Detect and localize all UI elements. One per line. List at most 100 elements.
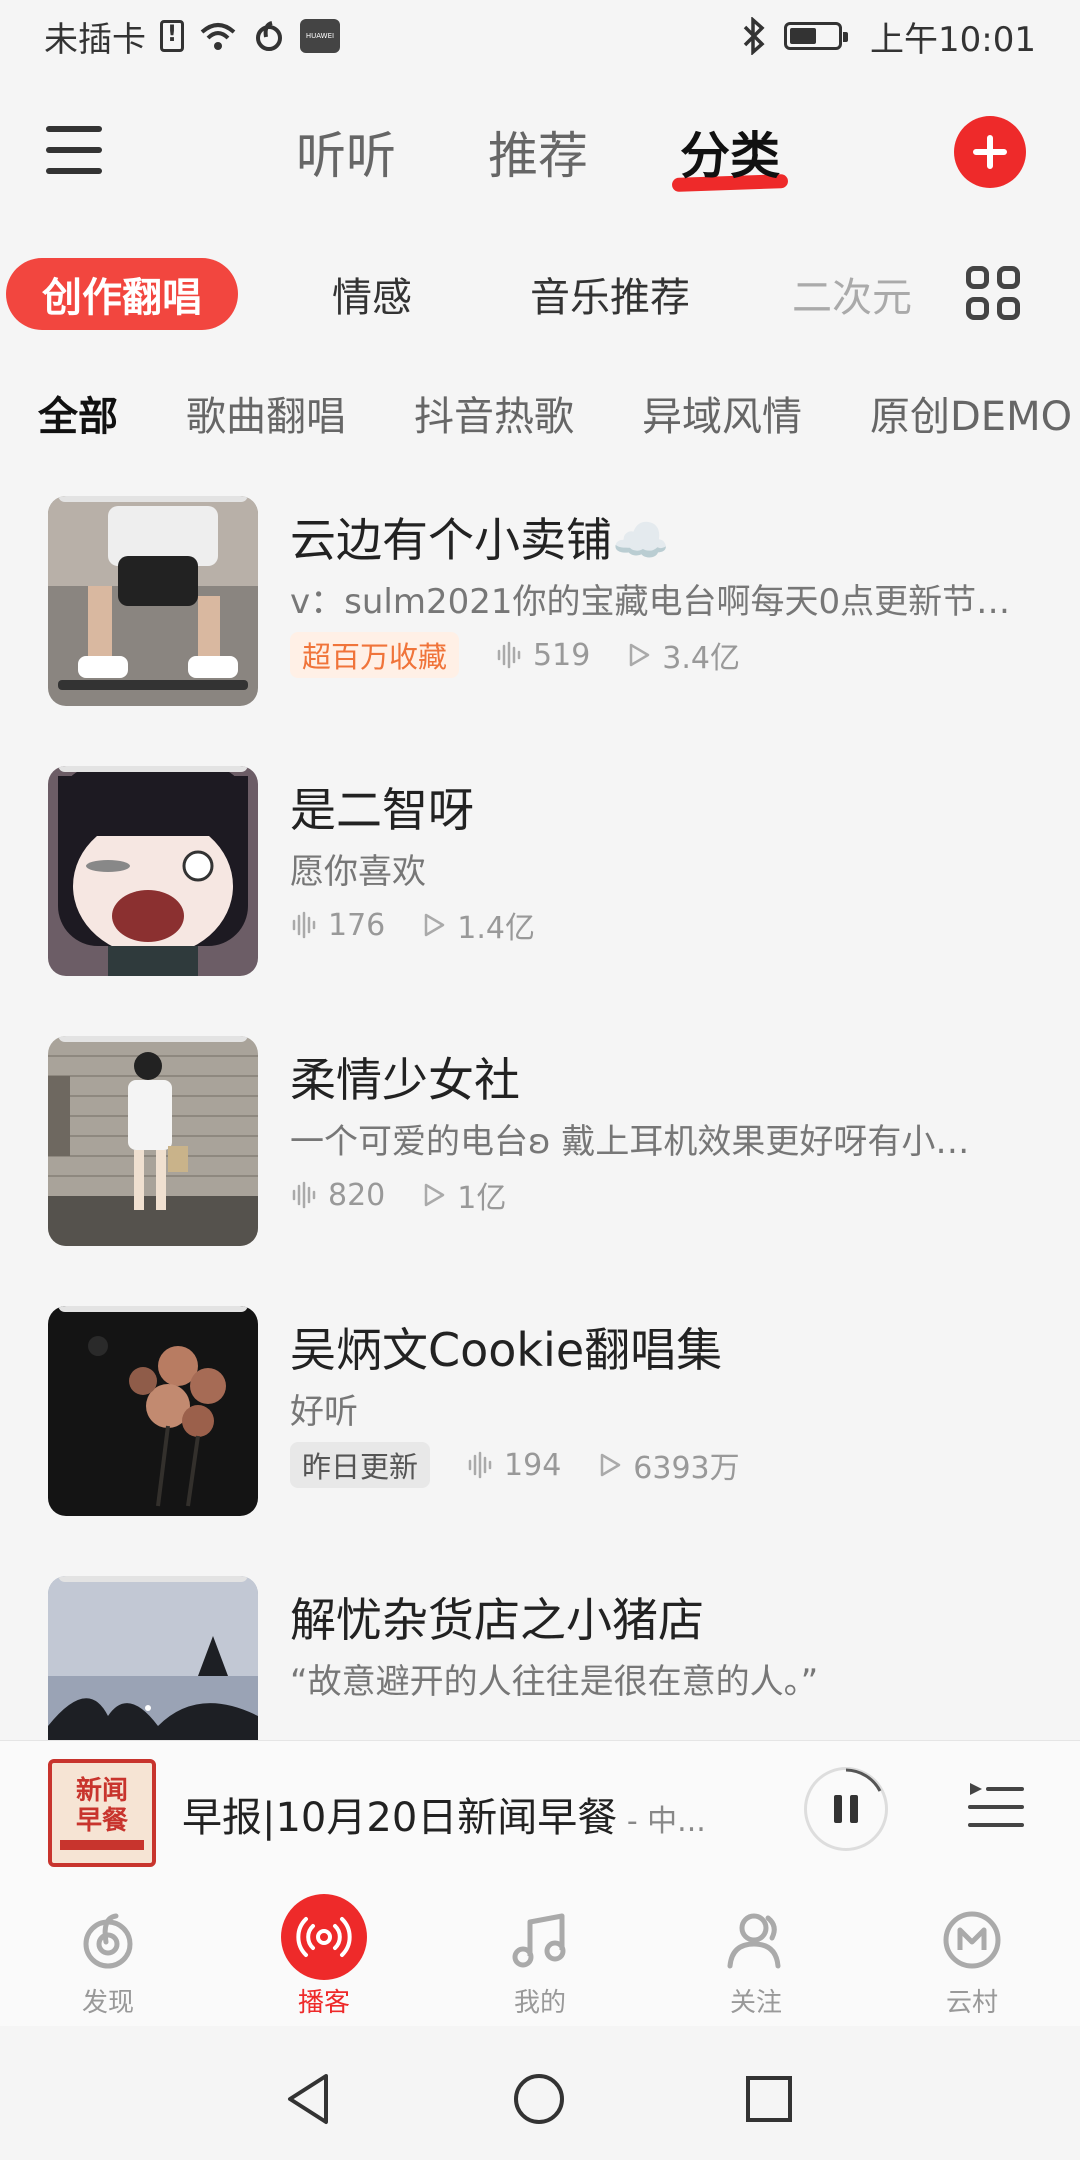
episode-count: 820: [290, 1178, 385, 1213]
add-button[interactable]: [954, 116, 1026, 188]
chip-anime[interactable]: 二次元: [792, 258, 912, 330]
list-item[interactable]: 吴炳文Cookie翻唱集 好听 昨日更新 194 6393万: [0, 1290, 1080, 1560]
podcast-meta: 超百万收藏 519 3.4亿: [290, 632, 776, 678]
podcast-description: “故意避开的人往往是很在意的人。”: [290, 1662, 819, 1702]
podcast-description: v：sulm2021你的宝藏电台啊每天0点更新节…: [290, 582, 1011, 622]
soundwave-icon: [292, 1181, 316, 1209]
episode-count: 519: [495, 638, 590, 673]
top-nav: 听听 推荐 分类: [0, 90, 1080, 210]
play-count: 1.4亿: [421, 903, 535, 947]
podcast-cover-image: [48, 1576, 258, 1742]
now-playing-title: 早报|10月20日新闻早餐 - 中...: [182, 1785, 706, 1843]
subcategory-original-demo[interactable]: 原创DEMO: [836, 384, 1080, 442]
subcategory-song-cover[interactable]: 歌曲翻唱: [152, 384, 380, 442]
grid-icon[interactable]: [966, 266, 1020, 320]
pause-button[interactable]: [804, 1767, 888, 1851]
chip-emotion[interactable]: 情感: [332, 258, 412, 330]
battery-icon: [784, 22, 849, 50]
bottom-tab-label: 云村: [945, 1988, 998, 2018]
status-badge: 昨日更新: [290, 1442, 431, 1488]
podcast-meta: 昨日更新 194 6393万: [290, 1442, 776, 1488]
tab-category[interactable]: 分类: [671, 116, 789, 193]
soundwave-icon: [468, 1451, 492, 1479]
clock: 上午10:01: [870, 19, 1036, 60]
now-playing-title-text: 早报|10月20日新闻早餐: [182, 1795, 618, 1841]
subcategory-bar: 全部 歌曲翻唱 抖音热歌 异域风情 原创DEMO: [0, 378, 1080, 448]
episode-count: 194: [466, 1448, 561, 1483]
bottom-tab-bar: 发现 播客 我的 关注 云村: [0, 1876, 1080, 2026]
bottom-tab-follow[interactable]: 关注: [686, 1904, 826, 2019]
bottom-tab-cloud-village[interactable]: 云村: [902, 1904, 1042, 2019]
play-count-value: 6393万: [633, 1451, 740, 1486]
back-triangle-icon[interactable]: [284, 2072, 334, 2126]
huawei-icon: HUAWEI: [300, 19, 340, 53]
episode-count-value: 176: [328, 907, 386, 943]
list-item[interactable]: 柔情少女社 一个可爱的电台ʚ 戴上耳机效果更好呀有小… 820 1亿: [0, 1020, 1080, 1290]
subcategory-douyin-hits[interactable]: 抖音热歌: [380, 384, 608, 442]
bottom-tab-podcast[interactable]: 播客: [254, 1894, 394, 2019]
play-icon: [425, 1183, 445, 1207]
podcast-title: 解忧杂货店之小猪店: [290, 1593, 704, 1647]
progress-ring: [845, 1768, 882, 1792]
list-item[interactable]: 解忧杂货店之小猪店 “故意避开的人往往是很在意的人。”: [0, 1560, 1080, 1742]
podcast-cover-image: [48, 496, 258, 706]
bottom-tab-discover[interactable]: 发现: [38, 1904, 178, 2019]
home-circle-icon[interactable]: [512, 2072, 566, 2126]
subcategory-exotic[interactable]: 异域风情: [608, 384, 836, 442]
now-playing-cover: 新闻 早餐: [48, 1759, 156, 1867]
podcast-description: 一个可爱的电台ʚ 戴上耳机效果更好呀有小…: [290, 1122, 970, 1162]
podcast-cover-image: [48, 766, 258, 976]
bottom-tab-label: 播客: [297, 1988, 350, 2018]
cover-text: 早餐: [75, 1806, 128, 1836]
system-navigation-bar: [0, 2026, 1080, 2160]
list-item[interactable]: 是二智呀 愿你喜欢 176 1.4亿: [0, 750, 1080, 1020]
podcast-title: 柔情少女社: [290, 1053, 520, 1107]
podcast-meta: 176 1.4亿: [290, 902, 571, 948]
playlist-icon[interactable]: [966, 1777, 1026, 1837]
tab-listen[interactable]: 听听: [296, 116, 396, 188]
cover-text: 新闻: [75, 1776, 128, 1806]
cloud-village-icon: [936, 1904, 1008, 1976]
plus-icon: [973, 135, 1007, 169]
podcast-description: 好听: [290, 1392, 358, 1432]
episode-count: 176: [290, 908, 385, 943]
category-chips: 创作翻唱 情感 音乐推荐 二次元: [0, 254, 1080, 334]
subcategory-all[interactable]: 全部: [38, 384, 152, 442]
chip-music-recommend[interactable]: 音乐推荐: [530, 258, 690, 330]
podcast-cover-image: [48, 1306, 258, 1516]
bottom-tab-mine[interactable]: 我的: [470, 1904, 610, 2019]
status-bar: 未插卡 ! HUAWEI 上午10:01: [0, 0, 1080, 72]
bottom-tab-label: 关注: [729, 1988, 782, 2018]
tab-category-label: 分类: [680, 127, 780, 185]
play-count-value: 3.4亿: [662, 641, 740, 676]
wifi-icon: [200, 23, 236, 50]
play-icon: [601, 1453, 621, 1477]
now-playing-subtitle: - 中...: [617, 1804, 706, 1839]
mini-player[interactable]: 新闻 早餐 早报|10月20日新闻早餐 - 中...: [0, 1740, 1080, 1876]
recents-square-icon[interactable]: [744, 2074, 794, 2124]
bluetooth-icon: [743, 17, 765, 55]
bottom-tab-label: 发现: [81, 1988, 134, 2018]
people-icon: [720, 1904, 792, 1976]
play-count: 3.4亿: [626, 633, 740, 677]
carrier-label: 未插卡: [44, 19, 146, 60]
podcast-broadcast-icon: [281, 1894, 367, 1980]
hamburger-menu-icon[interactable]: [46, 126, 102, 174]
podcast-title: 云边有个小卖铺☁️: [290, 513, 670, 567]
chip-cover-creation[interactable]: 创作翻唱: [6, 258, 238, 330]
play-count-value: 1.4亿: [457, 911, 535, 946]
episode-count-value: 194: [504, 1447, 562, 1483]
list-item[interactable]: 云边有个小卖铺☁️ v：sulm2021你的宝藏电台啊每天0点更新节… 超百万收…: [0, 480, 1080, 750]
episode-count-value: 519: [533, 637, 591, 673]
bottom-tab-label: 我的: [513, 1988, 566, 2018]
podcast-description: 愿你喜欢: [290, 852, 426, 892]
podcast-meta: 820 1亿: [290, 1172, 542, 1218]
netease-icon: [256, 21, 282, 51]
play-count: 6393万: [597, 1443, 740, 1487]
play-count-value: 1亿: [457, 1181, 507, 1216]
soundwave-icon: [497, 641, 521, 669]
play-icon: [425, 913, 445, 937]
tab-recommend[interactable]: 推荐: [488, 116, 588, 188]
netease-logo-icon: [72, 1904, 144, 1976]
podcast-cover-image: [48, 1036, 258, 1246]
